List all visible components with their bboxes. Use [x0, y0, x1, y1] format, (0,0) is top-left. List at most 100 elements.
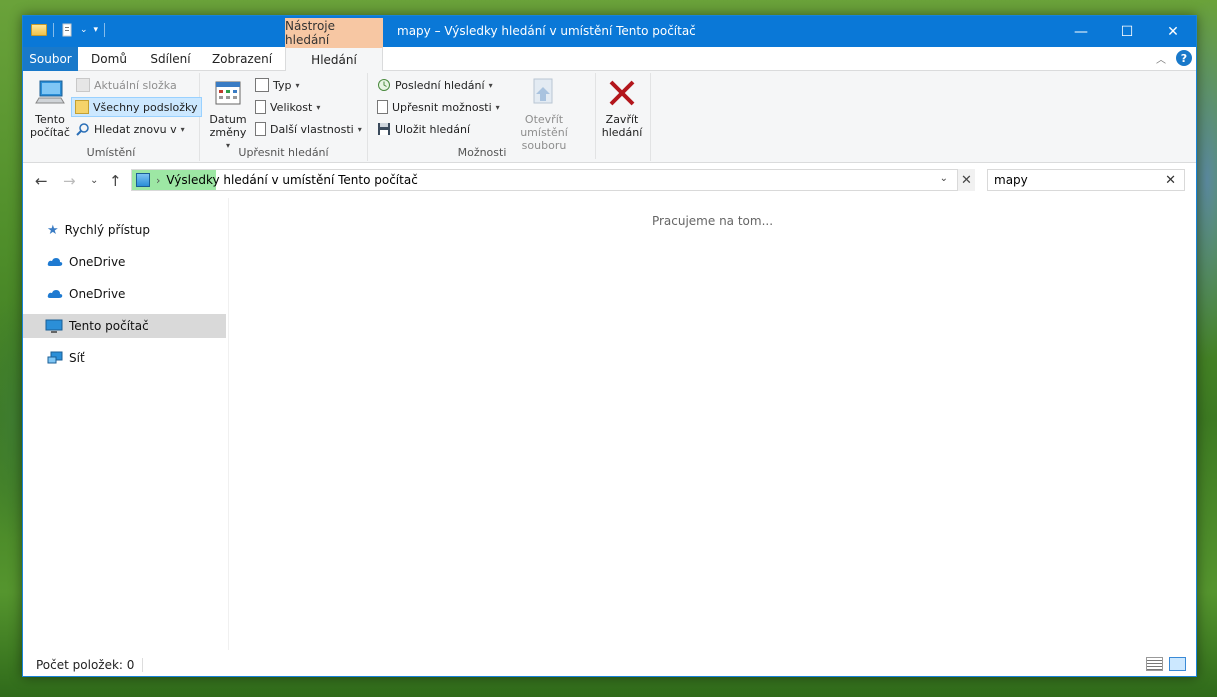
- search-input-value: mapy: [994, 173, 1028, 187]
- item-count: Počet položek: 0: [23, 658, 144, 672]
- search-input[interactable]: mapy ✕: [987, 169, 1185, 191]
- tab-file[interactable]: Soubor: [23, 47, 78, 71]
- other-properties-label: Další vlastnosti: [270, 122, 354, 136]
- advanced-options-label: Upřesnit možnosti: [392, 100, 492, 114]
- close-search-button[interactable]: Zavřít hledání: [600, 77, 644, 139]
- search-status-message: Pracujeme na tom...: [651, 214, 774, 228]
- maximize-button[interactable]: ☐: [1104, 16, 1150, 47]
- ribbon-tabs: Soubor Domů Sdílení Zobrazení Hledání ︿ …: [23, 47, 1196, 72]
- customize-qat-icon[interactable]: ▾: [94, 25, 99, 35]
- window-title: mapy – Výsledky hledání v umístění Tento…: [397, 24, 696, 38]
- help-icon[interactable]: ?: [1176, 50, 1192, 66]
- sidebar-item-label: Rychlý přístup: [64, 223, 150, 237]
- save-search-button[interactable]: Uložit hledání: [374, 119, 473, 139]
- dropdown-arrow-icon: ▾: [316, 102, 321, 112]
- group-label-location: Umístění: [86, 146, 136, 159]
- recent-locations-icon[interactable]: ⌄: [90, 175, 98, 186]
- size-button[interactable]: Velikost ▾: [252, 97, 323, 117]
- magnifier-icon: [76, 122, 90, 136]
- tab-home[interactable]: Domů: [84, 47, 134, 71]
- open-location-icon: [533, 78, 553, 104]
- open-file-location-button[interactable]: Otevřít umístění souboru: [502, 77, 586, 152]
- contextual-tab-header: Nástroje hledání: [285, 18, 383, 47]
- folder-scope-icon: [76, 78, 90, 92]
- save-icon: [377, 122, 391, 136]
- forward-arrow-icon[interactable]: →: [63, 172, 76, 190]
- other-properties-button[interactable]: Další vlastnosti ▾: [252, 119, 365, 139]
- close-search-label: Zavřít hledání: [601, 113, 643, 139]
- tab-share[interactable]: Sdílení: [143, 47, 198, 71]
- sidebar-item-network[interactable]: Síť: [23, 346, 226, 370]
- type-label: Typ: [273, 78, 292, 92]
- minimize-button[interactable]: —: [1058, 16, 1104, 47]
- cloud-icon: [47, 290, 63, 298]
- recent-searches-icon: [377, 78, 391, 92]
- group-label-refine: Upřesnit hledání: [238, 146, 329, 159]
- dropdown-arrow-icon: ▾: [295, 80, 300, 90]
- address-path[interactable]: Výsledky hledání v umístění Tento počíta…: [166, 173, 417, 187]
- file-list-pane[interactable]: Pracujeme na tom...: [229, 198, 1196, 650]
- sidebar-item-label: Tento počítač: [69, 319, 149, 333]
- calendar-icon: [215, 81, 241, 105]
- file-type-icon: [255, 78, 269, 92]
- save-search-label: Uložit hledání: [395, 122, 471, 136]
- group-location: Tento počítač Aktuální složka Všechny po…: [23, 73, 202, 161]
- up-arrow-icon[interactable]: ↑: [109, 172, 122, 190]
- search-again-button[interactable]: Hledat znovu v ▾: [73, 119, 188, 139]
- quick-access-toolbar: ⌄ ▾: [31, 23, 106, 37]
- ribbon: Tento počítač Aktuální složka Všechny po…: [23, 71, 1196, 163]
- chevron-down-icon[interactable]: ⌄: [80, 25, 88, 35]
- recent-searches-button[interactable]: Poslední hledání ▾: [374, 75, 496, 95]
- sidebar-item-onedrive-2[interactable]: OneDrive: [23, 282, 226, 306]
- group-options: Poslední hledání ▾ Upřesnit možnosti ▾ U…: [368, 73, 651, 161]
- this-pc-label: Tento počítač: [30, 113, 70, 139]
- folder-icon: [31, 24, 47, 36]
- details-view-icon[interactable]: [1146, 657, 1163, 671]
- recent-searches-label: Poslední hledání: [395, 78, 485, 92]
- breadcrumb-separator-icon[interactable]: ›: [156, 174, 160, 187]
- collapse-ribbon-icon[interactable]: ︿: [1156, 51, 1166, 66]
- sidebar-item-this-pc[interactable]: Tento počítač: [23, 314, 226, 338]
- computer-icon: [35, 80, 65, 104]
- navigation-bar: ← → ⌄ ↑ › Výsledky hledání v umístění Te…: [23, 163, 1196, 197]
- computer-icon: [45, 319, 63, 333]
- sidebar-item-onedrive[interactable]: OneDrive: [23, 250, 226, 274]
- address-bar[interactable]: › Výsledky hledání v umístění Tento počí…: [131, 169, 975, 191]
- close-button[interactable]: ✕: [1150, 16, 1196, 47]
- group-refine: Datum změny ▾ Typ ▾ Velikost ▾ Další vla…: [200, 73, 368, 161]
- tab-search[interactable]: Hledání: [285, 47, 383, 72]
- stop-search-button[interactable]: ✕: [957, 169, 975, 191]
- this-pc-button[interactable]: Tento počítač: [30, 77, 70, 139]
- status-bar: Počet položek: 0: [23, 654, 1196, 676]
- address-dropdown-icon[interactable]: ⌄: [940, 173, 948, 184]
- dropdown-arrow-icon: ▾: [180, 124, 185, 134]
- all-subfolders-label: Všechny podsložky: [93, 100, 198, 114]
- clear-search-icon[interactable]: ✕: [1165, 173, 1176, 188]
- back-arrow-icon[interactable]: ←: [35, 172, 48, 190]
- tab-view[interactable]: Zobrazení: [209, 47, 275, 71]
- type-button[interactable]: Typ ▾: [252, 75, 303, 95]
- advanced-options-button[interactable]: Upřesnit možnosti ▾: [374, 97, 503, 117]
- dropdown-arrow-icon: ▾: [357, 124, 362, 134]
- network-icon: [47, 351, 63, 364]
- window-controls: — ☐ ✕: [1058, 16, 1196, 47]
- sidebar-item-label: Síť: [69, 351, 85, 365]
- title-bar[interactable]: ⌄ ▾ Nástroje hledání mapy – Výsledky hle…: [23, 16, 1196, 47]
- search-again-label: Hledat znovu v: [94, 122, 177, 136]
- cloud-icon: [47, 258, 63, 266]
- properties-icon[interactable]: [60, 23, 74, 37]
- star-icon: ★: [47, 222, 59, 238]
- close-search-icon: [609, 80, 635, 106]
- sidebar-item-label: OneDrive: [69, 287, 126, 301]
- group-label-options: Možnosti: [457, 146, 507, 159]
- all-subfolders-button[interactable]: Všechny podsložky: [71, 97, 202, 117]
- date-modified-button[interactable]: Datum změny ▾: [206, 77, 250, 152]
- search-results-icon: [136, 173, 150, 187]
- properties-doc-icon: [255, 122, 266, 136]
- sidebar-item-quick-access[interactable]: ★ Rychlý přístup: [23, 218, 226, 242]
- navigation-pane: ★ Rychlý přístup OneDrive OneDrive Tento…: [23, 198, 229, 650]
- current-folder-button[interactable]: Aktuální složka: [73, 75, 180, 95]
- large-icons-view-icon[interactable]: [1169, 657, 1186, 671]
- date-modified-label: Datum změny: [209, 113, 247, 139]
- subfolders-icon: [75, 100, 89, 114]
